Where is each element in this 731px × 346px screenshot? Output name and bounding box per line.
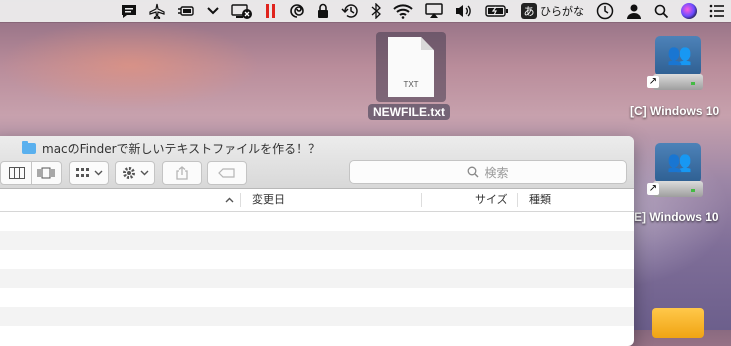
text-document-icon: TXT — [388, 37, 434, 97]
file-list — [0, 212, 634, 326]
alias-arrow-icon: ↗ — [647, 183, 659, 195]
view-mode-segmented — [0, 161, 62, 185]
cover-flow-button[interactable] — [32, 162, 60, 184]
desktop-file-icon[interactable]: TXT — [376, 32, 446, 102]
column-kind[interactable]: 種類 — [519, 189, 551, 211]
list-row[interactable] — [0, 212, 634, 231]
network-users-icon: 👥 — [667, 42, 692, 66]
wallpaper-glow — [0, 20, 260, 110]
list-row[interactable] — [0, 288, 634, 307]
alias-arrow-icon: ↗ — [647, 76, 659, 88]
battery-icon[interactable] — [485, 0, 509, 22]
drive-c-icon[interactable]: 👥 ↗ — [647, 36, 703, 92]
column-size[interactable]: サイズ — [465, 189, 508, 211]
tags-button[interactable] — [207, 161, 247, 185]
desktop-file-name[interactable]: NEWFILE.txt — [368, 104, 450, 120]
clock-icon[interactable] — [596, 0, 614, 22]
search-icon — [468, 166, 479, 178]
grid-icon — [75, 168, 89, 177]
finder-window: macのFinderで新しいテキストファイルを作る！？ 検索 変更日 サイズ 種… — [0, 136, 634, 346]
drive-c-label[interactable]: [C] Windows 10 — [630, 104, 719, 118]
drive-e-icon[interactable]: 👥 ↗ — [647, 143, 703, 199]
drive-e-label[interactable]: [E] Windows 10 — [630, 210, 719, 224]
lock-icon[interactable] — [317, 0, 329, 22]
wifi-icon[interactable] — [393, 0, 413, 22]
gear-icon — [122, 167, 135, 179]
time-machine-icon[interactable] — [341, 0, 359, 22]
columns-icon — [8, 167, 25, 179]
window-title-text: macのFinderで新しいテキストファイルを作る！？ — [42, 142, 321, 156]
user-icon[interactable] — [626, 0, 642, 22]
bluetooth-icon[interactable] — [371, 0, 381, 22]
battery-plug-icon[interactable] — [177, 0, 195, 22]
siri-icon[interactable] — [681, 0, 697, 22]
folder-icon[interactable] — [652, 308, 704, 338]
share-icon — [176, 166, 188, 180]
column-modified[interactable]: 変更日 — [242, 189, 285, 211]
swirl-icon[interactable] — [289, 0, 305, 22]
list-row[interactable] — [0, 269, 634, 288]
arrange-button[interactable] — [69, 161, 109, 185]
airplane-icon[interactable] — [149, 0, 165, 22]
search-field[interactable]: 検索 — [349, 160, 627, 184]
cover-flow-icon — [37, 167, 54, 179]
list-row[interactable] — [0, 231, 634, 250]
pause-icon[interactable] — [265, 0, 277, 22]
chevron-down-icon — [140, 170, 148, 176]
airplay-icon[interactable] — [425, 0, 443, 22]
volume-icon[interactable] — [455, 0, 473, 22]
action-menu-button[interactable] — [115, 161, 155, 185]
file-extension-label: TXT — [403, 80, 419, 89]
sort-ascending-icon[interactable] — [225, 189, 235, 211]
window-title: macのFinderで新しいテキストファイルを作る！？ — [22, 140, 320, 157]
tag-icon — [218, 168, 235, 178]
list-row[interactable] — [0, 307, 634, 326]
finder-titlebar[interactable]: macのFinderで新しいテキストファイルを作る！？ 検索 — [0, 136, 634, 189]
chevron-down-icon[interactable] — [207, 0, 219, 22]
network-users-icon: 👥 — [667, 149, 692, 173]
list-row[interactable] — [0, 250, 634, 269]
notification-list-icon[interactable] — [709, 0, 725, 22]
message-icon[interactable] — [121, 0, 137, 22]
search-icon[interactable] — [654, 0, 669, 22]
column-view-button[interactable] — [3, 162, 32, 184]
menu-bar: あ ひらがな — [0, 0, 731, 22]
screen-mirror-icon[interactable] — [231, 0, 253, 22]
folder-icon — [22, 141, 36, 154]
input-source-menu[interactable]: あ ひらがな — [521, 0, 584, 22]
search-placeholder: 検索 — [484, 165, 509, 180]
input-source-badge: あ — [521, 3, 537, 19]
column-header: 変更日 サイズ 種類 — [0, 189, 634, 212]
chevron-down-icon — [94, 170, 102, 176]
share-button[interactable] — [162, 161, 202, 185]
input-source-label: ひらがな — [540, 5, 584, 18]
